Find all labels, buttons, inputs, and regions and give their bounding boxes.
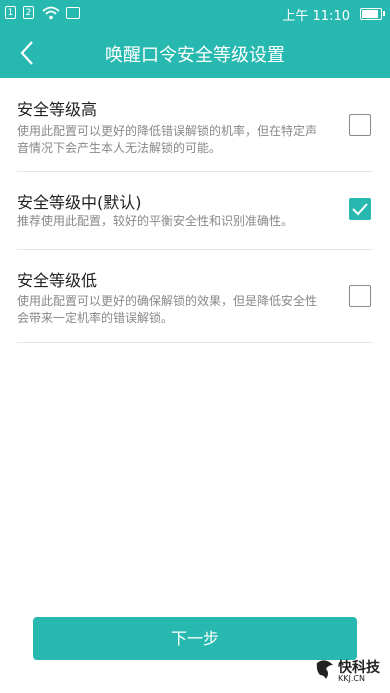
checkbox-security-high[interactable]: [349, 114, 371, 136]
security-level-list: 安全等级高 使用此配置可以更好的降低错误解锁的机率，但在特定声音情况下会产生本人…: [0, 78, 390, 343]
next-button[interactable]: 下一步: [33, 617, 357, 660]
status-time: 上午 11:10: [282, 9, 350, 24]
option-description: 使用此配置可以更好的降低错误解锁的机率，但在特定声音情况下会产生本人无法解锁的可…: [17, 124, 318, 155]
option-security-low[interactable]: 安全等级低 使用此配置可以更好的确保解锁的效果，但是降低安全性会带来一定机率的错…: [17, 250, 373, 343]
option-description: 推荐使用此配置，较好的平衡安全性和识别准确性。: [17, 214, 294, 228]
checkbox-security-low[interactable]: [349, 285, 371, 307]
option-description: 使用此配置可以更好的确保解锁的效果，但是降低安全性会带来一定机率的错误解锁。: [17, 294, 318, 325]
option-title: 安全等级高: [17, 100, 98, 119]
watermark: 快科技 KKJ.CN: [314, 657, 386, 687]
header: 唤醒口令安全等级设置: [0, 28, 390, 78]
status-bar: 1 2 上午 11:10: [0, 0, 390, 28]
option-security-medium[interactable]: 安全等级中(默认) 推荐使用此配置，较好的平衡安全性和识别准确性。: [17, 172, 373, 250]
watermark-logo-icon: [316, 660, 333, 679]
option-title: 安全等级低: [17, 271, 98, 290]
page-title: 唤醒口令安全等级设置: [105, 45, 285, 66]
option-title: 安全等级中(默认): [17, 193, 142, 212]
watermark-subtext: KKJ.CN: [338, 674, 365, 683]
battery-icon: [360, 8, 385, 20]
sim1-icon: 1: [5, 6, 16, 19]
option-security-high[interactable]: 安全等级高 使用此配置可以更好的降低错误解锁的机率，但在特定声音情况下会产生本人…: [17, 78, 373, 172]
image-notification-icon: [66, 7, 80, 19]
sim2-icon: 2: [23, 6, 34, 19]
checkbox-security-medium[interactable]: [349, 198, 371, 220]
wifi-icon: [42, 6, 60, 20]
checkmark-icon: [352, 203, 368, 216]
